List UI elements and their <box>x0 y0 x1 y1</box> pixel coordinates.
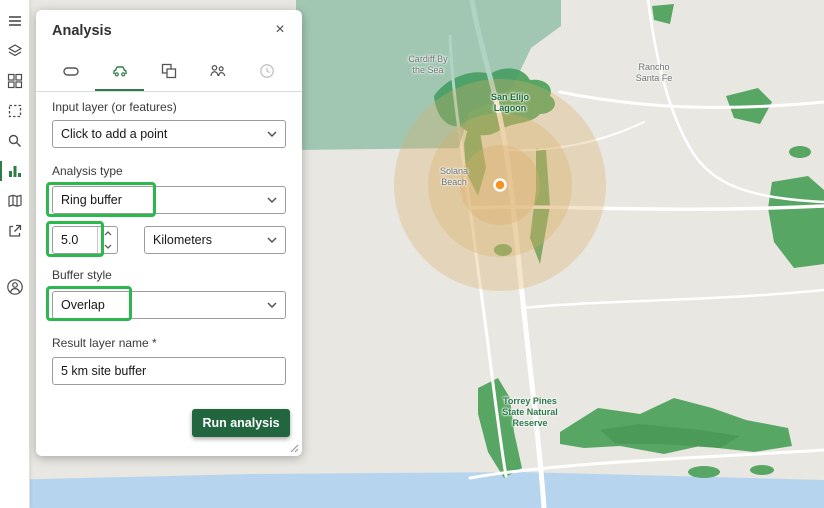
input-layer-select[interactable]: Click to add a point <box>52 120 286 148</box>
basemap-grid-icon <box>7 73 22 89</box>
result-layer-label: Result layer name * <box>52 336 157 350</box>
buffer-style-value: Overlap <box>61 298 105 312</box>
chevron-down-icon <box>267 131 277 137</box>
overlay-squares-icon <box>161 63 177 78</box>
analysis-tabs <box>36 52 302 92</box>
chevron-up-icon <box>104 231 111 236</box>
distance-stepper <box>52 226 118 254</box>
close-button[interactable]: × <box>270 20 290 40</box>
share-icon <box>8 224 21 237</box>
search-icon <box>8 134 21 147</box>
tab-overlay[interactable] <box>144 52 193 91</box>
buffer-style-label: Buffer style <box>52 268 112 282</box>
search-button[interactable] <box>4 130 26 152</box>
people-icon <box>210 64 226 76</box>
distance-input[interactable] <box>53 227 97 253</box>
tab-measure[interactable] <box>46 52 95 91</box>
units-select[interactable]: Kilometers <box>144 226 286 254</box>
panel-title: Analysis <box>52 23 112 39</box>
basemap-button[interactable] <box>4 70 26 92</box>
extent-icon <box>8 104 21 118</box>
map-label-torrey: Torrey Pines State Natural Reserve <box>502 396 558 428</box>
measure-icon <box>62 66 79 76</box>
panel-resize-handle[interactable] <box>288 442 299 453</box>
share-button[interactable] <box>4 220 26 242</box>
units-value: Kilometers <box>153 233 213 247</box>
tab-demographics[interactable] <box>194 52 243 91</box>
buffer-style-select[interactable]: Overlap <box>52 291 286 319</box>
map-label-san-elijo: San Elijo Lagoon <box>490 92 529 113</box>
clock-icon <box>260 63 275 78</box>
tab-history[interactable] <box>243 52 292 91</box>
analysis-type-value: Ring buffer <box>61 193 122 207</box>
account-button[interactable] <box>4 276 26 298</box>
map-label-solana: Solana Beach <box>439 166 469 187</box>
stepper-buttons <box>97 227 117 253</box>
app-window: Cardiff By the Sea San Elijo Lagoon Ranc… <box>0 0 824 508</box>
analysis-type-select[interactable]: Ring buffer <box>52 186 286 214</box>
extent-button[interactable] <box>4 100 26 122</box>
layers-icon <box>7 44 22 57</box>
map-button[interactable] <box>4 190 26 212</box>
hamburger-icon <box>8 16 21 26</box>
menu-button[interactable] <box>4 10 26 32</box>
step-up-button[interactable] <box>98 227 117 240</box>
tab-drive-time[interactable] <box>95 52 145 91</box>
analysis-type-label: Analysis type <box>52 164 123 178</box>
drive-time-car-icon <box>113 65 127 76</box>
step-down-button[interactable] <box>98 240 117 253</box>
map-label-cardiff: Cardiff By the Sea <box>408 54 448 75</box>
input-layer-label: Input layer (or features) <box>52 100 177 114</box>
chevron-down-icon <box>267 302 277 308</box>
bar-chart-icon <box>8 166 21 177</box>
analysis-panel: Analysis × Input layer (or features) Cli… <box>36 10 302 456</box>
input-layer-value: Click to add a point <box>61 127 168 141</box>
buffer-center-point[interactable] <box>493 178 507 192</box>
result-layer-input[interactable] <box>52 357 286 385</box>
action-bar <box>0 0 30 508</box>
person-avatar-icon <box>6 279 23 295</box>
chevron-down-icon <box>104 244 111 249</box>
map-label-rancho: Rancho Santa Fe <box>635 62 673 83</box>
run-analysis-button[interactable]: Run analysis <box>192 409 290 437</box>
folded-map-icon <box>7 194 22 207</box>
charts-button[interactable] <box>0 160 26 182</box>
chevron-down-icon <box>267 237 277 243</box>
chevron-down-icon <box>267 197 277 203</box>
layers-button[interactable] <box>4 40 26 62</box>
